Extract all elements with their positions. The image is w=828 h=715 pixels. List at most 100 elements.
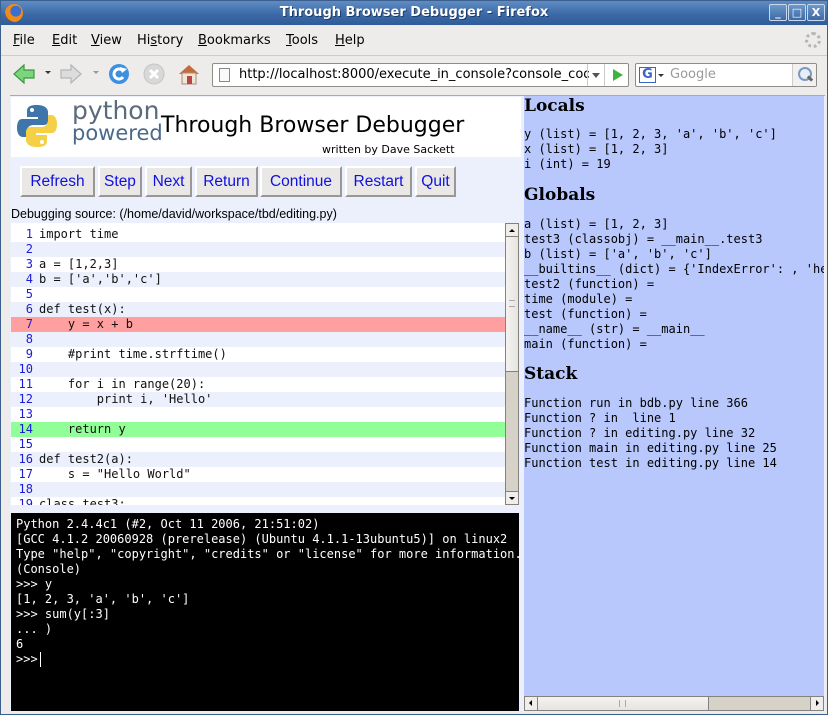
- menu-bookmarks[interactable]: Bookmarks: [198, 33, 271, 48]
- source-line: 7 y = x + b: [11, 317, 505, 332]
- source-line: 18: [11, 482, 505, 497]
- refresh-button[interactable]: Refresh: [20, 166, 95, 197]
- stack-heading: Stack: [524, 364, 578, 384]
- line-number: 18: [18, 482, 33, 496]
- source-line: 11 for i in range(20):: [11, 377, 505, 392]
- close-button[interactable]: X: [807, 4, 825, 21]
- line-code: class test3:: [39, 497, 126, 505]
- search-bar[interactable]: G Google: [635, 63, 817, 87]
- console-output-line: (Console): [16, 562, 82, 576]
- step-button[interactable]: Step: [98, 166, 142, 197]
- console-input-line[interactable]: >>>: [16, 652, 514, 667]
- source-code-view[interactable]: 1 import time 2 3 a = [1,2,3] 4 b = ['a','b','…: [11, 223, 505, 505]
- line-number: 1: [25, 227, 33, 241]
- menu-view[interactable]: View: [91, 33, 122, 48]
- search-engine-icon[interactable]: G: [639, 67, 656, 83]
- inspector-horizontal-scrollbar[interactable]: [524, 696, 824, 711]
- source-line: 19 class test3:: [11, 497, 505, 505]
- url-bar[interactable]: http://localhost:8000/execute_in_console…: [212, 63, 629, 87]
- scroll-thumb[interactable]: [538, 697, 709, 710]
- title-bar: Through Browser Debugger - Firefox _ □ X: [1, 1, 827, 25]
- line-code: s = "Hello World": [39, 467, 191, 481]
- search-engine-dropdown-icon[interactable]: [658, 74, 664, 77]
- console-output-line: ... ): [16, 622, 53, 636]
- line-number: 5: [25, 287, 33, 301]
- scroll-up-arrow-icon[interactable]: [506, 224, 518, 237]
- home-icon[interactable]: [177, 63, 201, 85]
- source-line: 5: [11, 287, 505, 302]
- menu-tools[interactable]: Tools: [286, 33, 318, 48]
- stack-frame: Function main in editing.py line 25: [524, 441, 777, 455]
- url-input[interactable]: http://localhost:8000/execute_in_console…: [239, 67, 589, 82]
- source-line: 9 #print time.strftime(): [11, 347, 505, 362]
- window-title: Through Browser Debugger - Firefox: [279, 5, 549, 20]
- stack-frame: Function ? in line 1: [524, 411, 676, 425]
- menu-history[interactable]: History: [137, 33, 183, 48]
- source-line: 16 def test2(a):: [11, 452, 505, 467]
- console-output-line: 6: [16, 637, 24, 651]
- go-button[interactable]: [604, 64, 628, 86]
- activity-throbber-icon: [805, 32, 821, 48]
- forward-history-dropdown-icon[interactable]: [93, 71, 99, 74]
- line-number: 12: [18, 392, 33, 406]
- console-output-line: [GCC 4.1.2 20060928 (prerelease) (Ubuntu…: [16, 532, 508, 546]
- globals-heading: Globals: [524, 185, 596, 205]
- page-title: Through Browser Debugger: [161, 113, 465, 138]
- line-code: def test(x):: [39, 302, 126, 316]
- back-icon[interactable]: [12, 63, 36, 85]
- line-number: 16: [18, 452, 33, 466]
- global-variable: a (list) = [1, 2, 3]: [524, 217, 669, 231]
- source-line: 12 print i, 'Hello': [11, 392, 505, 407]
- local-variable: i (int) = 19: [524, 157, 611, 171]
- source-line: 13: [11, 407, 505, 422]
- restart-button[interactable]: Restart: [345, 166, 412, 197]
- search-icon[interactable]: [792, 64, 816, 86]
- next-button[interactable]: Next: [145, 166, 192, 197]
- console-output-line: >>> sum(y[:3]: [16, 607, 110, 621]
- python-console[interactable]: Python 2.4.4c1 (#2, Oct 11 2006, 21:51:0…: [11, 513, 522, 711]
- global-variable: test (function) =: [524, 307, 647, 321]
- reload-icon[interactable]: [107, 63, 131, 85]
- scroll-down-arrow-icon[interactable]: [506, 491, 518, 504]
- maximize-button[interactable]: □: [788, 4, 806, 21]
- source-line: 8: [11, 332, 505, 347]
- line-number: 14: [18, 422, 33, 436]
- search-input[interactable]: Google: [670, 67, 716, 82]
- inspector-panel: Locals y (list) = [1, 2, 3, 'a', 'b', 'c…: [524, 96, 824, 696]
- page-icon: [219, 68, 230, 82]
- menu-edit[interactable]: Edit: [52, 33, 77, 48]
- menu-file[interactable]: File: [13, 33, 35, 48]
- source-line: 10: [11, 362, 505, 377]
- page-header: python powered Through Browser Debugger …: [11, 97, 521, 157]
- source-line: 4 b = ['a','b','c']: [11, 272, 505, 287]
- global-variable: time (module) =: [524, 292, 633, 306]
- scroll-thumb[interactable]: [506, 237, 518, 372]
- minimize-button[interactable]: _: [769, 4, 787, 21]
- local-variable: x (list) = [1, 2, 3]: [524, 142, 669, 156]
- line-code: import time: [39, 227, 119, 241]
- source-line: 1 import time: [11, 227, 505, 242]
- quit-button[interactable]: Quit: [415, 166, 456, 197]
- stack-frame: Function run in bdb.py line 366: [524, 396, 748, 410]
- menu-help[interactable]: Help: [335, 33, 365, 48]
- line-number: 8: [25, 332, 33, 346]
- scroll-left-arrow-icon[interactable]: [525, 697, 538, 710]
- console-output-line: Type "help", "copyright", "credits" or "…: [16, 547, 522, 561]
- url-history-dropdown-icon[interactable]: [587, 64, 603, 86]
- line-number: 4: [25, 272, 33, 286]
- line-code: a = [1,2,3]: [39, 257, 119, 271]
- line-number: 19: [18, 497, 33, 505]
- browser-window: Through Browser Debugger - Firefox _ □ X…: [0, 0, 828, 715]
- global-variable: test3 (classobj) = __main__.test3: [524, 232, 763, 246]
- back-history-dropdown-icon[interactable]: [45, 71, 51, 74]
- source-line: 6 def test(x):: [11, 302, 505, 317]
- console-output-line: Python 2.4.4c1 (#2, Oct 11 2006, 21:51:0…: [16, 517, 320, 531]
- continue-button[interactable]: Continue: [260, 166, 342, 197]
- forward-icon[interactable]: [59, 63, 83, 85]
- line-code: print i, 'Hello': [39, 392, 213, 406]
- source-vertical-scrollbar[interactable]: [505, 223, 519, 505]
- scroll-right-arrow-icon[interactable]: [810, 697, 823, 710]
- text-cursor: [39, 652, 41, 667]
- return-button[interactable]: Return: [195, 166, 258, 197]
- stop-icon[interactable]: [142, 63, 166, 85]
